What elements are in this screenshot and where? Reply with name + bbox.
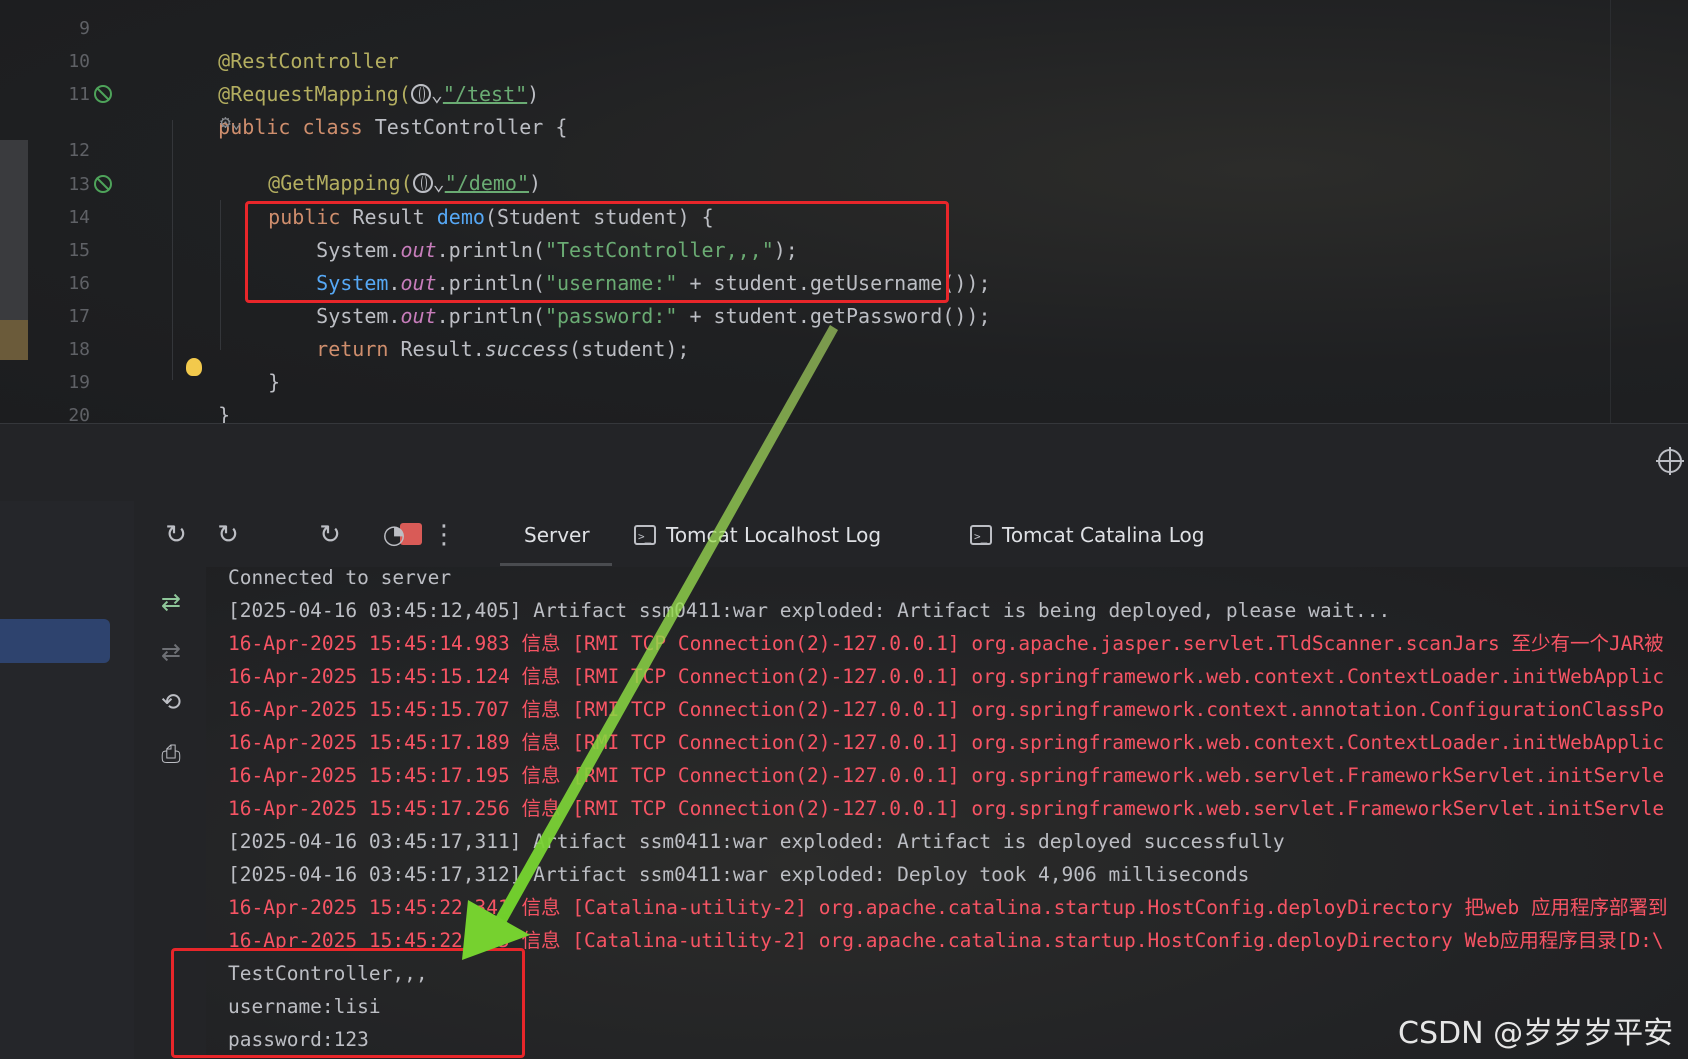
arrow-shaft bbox=[494, 325, 838, 925]
watermark: CSDN @岁岁岁平安 bbox=[1398, 1016, 1674, 1051]
arrow-head bbox=[462, 900, 530, 960]
annotation-arrow bbox=[462, 325, 838, 960]
